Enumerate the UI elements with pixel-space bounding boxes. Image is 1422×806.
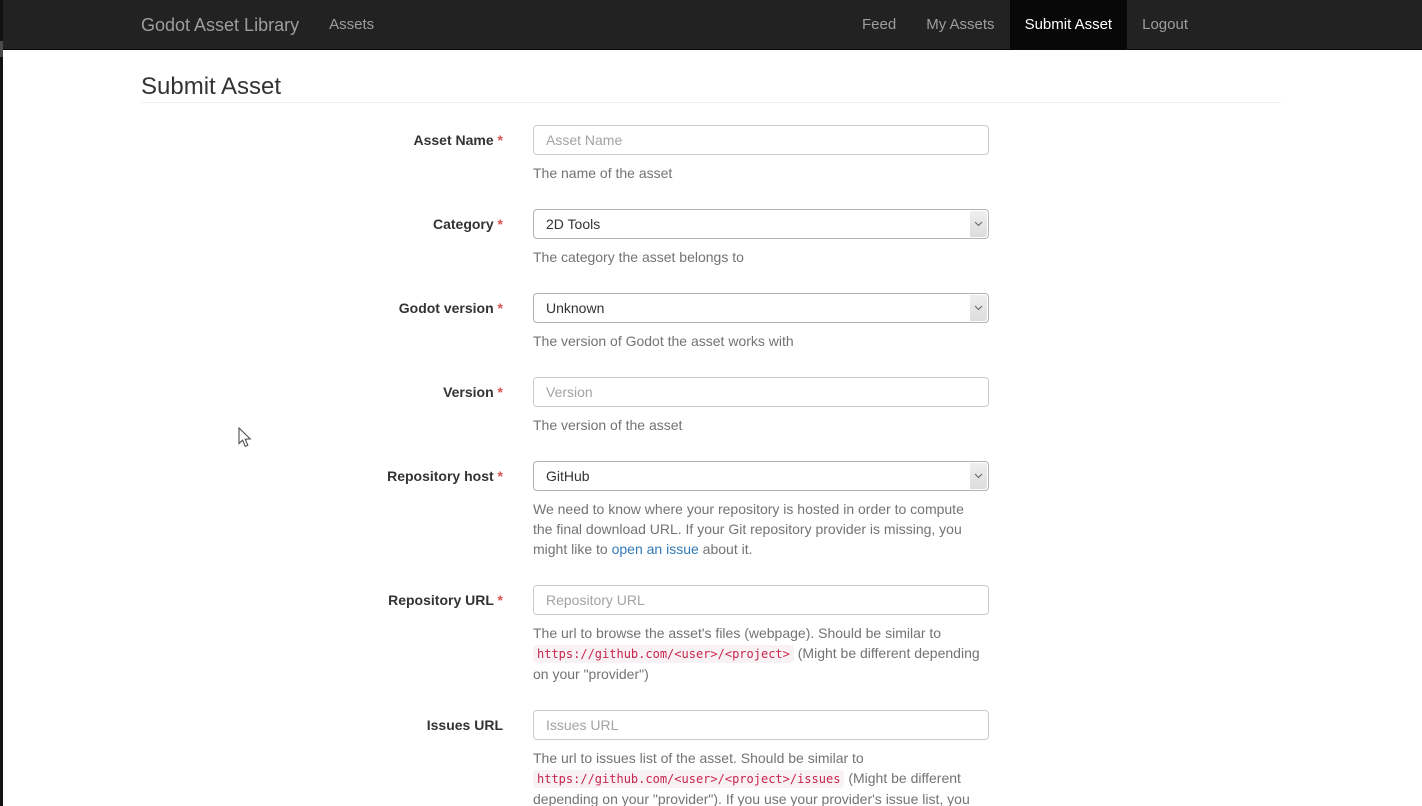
asset-name-input[interactable]: [533, 125, 989, 155]
required-asterisk: *: [498, 384, 503, 400]
chevron-down-icon: [970, 295, 987, 321]
repository-url-input[interactable]: [533, 585, 989, 615]
repository-host-help: We need to know where your repository is…: [533, 499, 989, 559]
form-group-repository-url: Repository URL * The url to browse the a…: [141, 585, 1281, 694]
issues-url-label: Issues URL: [141, 710, 533, 806]
category-select[interactable]: 2D Tools: [533, 209, 989, 239]
nav-item-submit-asset[interactable]: Submit Asset: [1010, 0, 1128, 50]
issues-url-help: The url to issues list of the asset. Sho…: [533, 748, 989, 806]
category-selected-value: 2D Tools: [546, 216, 600, 232]
repository-host-label: Repository host *: [141, 461, 533, 569]
form-group-category: Category * 2D Tools The category the ass…: [141, 209, 1281, 277]
godot-version-selected-value: Unknown: [546, 300, 604, 316]
required-asterisk: *: [498, 216, 503, 232]
nav-item-assets[interactable]: Assets: [314, 0, 389, 50]
repository-host-selected-value: GitHub: [546, 468, 590, 484]
category-help: The category the asset belongs to: [533, 247, 989, 267]
form-group-issues-url: Issues URL The url to issues list of the…: [141, 710, 1281, 806]
logout-label: Logout: [1142, 15, 1188, 35]
logout-username-redacted: [1197, 16, 1281, 35]
chevron-down-icon: [970, 211, 987, 237]
open-an-issue-link[interactable]: open an issue: [612, 541, 699, 557]
submit-asset-form: Asset Name * The name of the asset Categ…: [141, 125, 1281, 806]
form-group-godot-version: Godot version * Unknown The version of G…: [141, 293, 1281, 361]
nav-item-feed[interactable]: Feed: [847, 0, 911, 50]
required-asterisk: *: [498, 300, 503, 316]
repository-url-label: Repository URL *: [141, 585, 533, 694]
repository-url-help: The url to browse the asset's files (web…: [533, 623, 989, 684]
issues-url-example-code: https://github.com/<user>/<project>/issu…: [533, 770, 844, 788]
form-group-repository-host: Repository host * GitHub We need to know…: [141, 461, 1281, 569]
required-asterisk: *: [498, 592, 503, 608]
brand-link[interactable]: Godot Asset Library: [141, 0, 314, 50]
category-label: Category *: [141, 209, 533, 277]
godot-version-help: The version of Godot the asset works wit…: [533, 331, 989, 351]
chevron-down-icon: [970, 463, 987, 489]
asset-name-help: The name of the asset: [533, 163, 989, 183]
nav-item-my-assets[interactable]: My Assets: [911, 0, 1009, 50]
repository-url-example-code: https://github.com/<user>/<project>: [533, 645, 794, 663]
version-help: The version of the asset: [533, 415, 989, 435]
repository-host-select[interactable]: GitHub: [533, 461, 989, 491]
required-asterisk: *: [498, 468, 503, 484]
page-title: Submit Asset: [141, 75, 1281, 103]
asset-name-label: Asset Name *: [141, 125, 533, 193]
godot-version-label: Godot version *: [141, 293, 533, 361]
version-label: Version *: [141, 377, 533, 445]
window-edge: [0, 0, 3, 806]
nav-item-logout[interactable]: Logout: [1127, 0, 1281, 50]
issues-url-input[interactable]: [533, 710, 989, 740]
form-group-asset-name: Asset Name * The name of the asset: [141, 125, 1281, 193]
version-input[interactable]: [533, 377, 989, 407]
top-navbar: Godot Asset Library Assets Feed My Asset…: [0, 0, 1422, 50]
godot-version-select[interactable]: Unknown: [533, 293, 989, 323]
form-group-version: Version * The version of the asset: [141, 377, 1281, 445]
required-asterisk: *: [498, 132, 503, 148]
